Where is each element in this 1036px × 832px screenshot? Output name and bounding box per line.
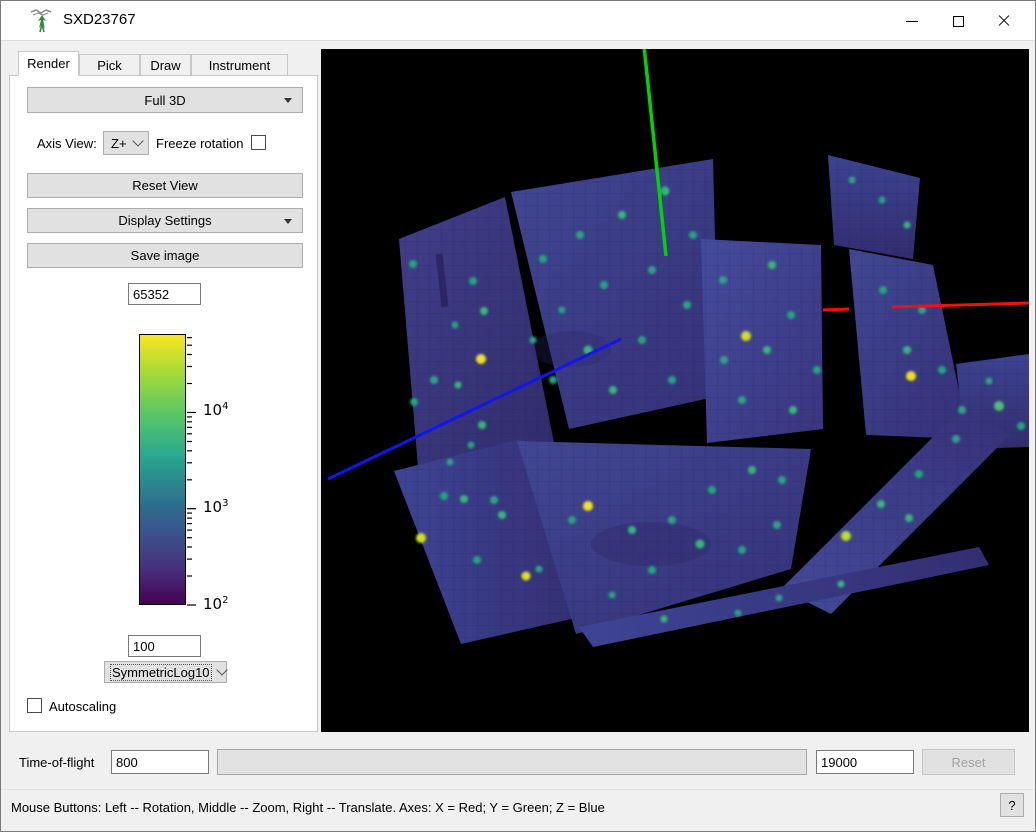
freeze-rotation-label: Freeze rotation bbox=[156, 136, 244, 151]
window-title: SXD23767 bbox=[63, 11, 136, 28]
detector-panels-scene bbox=[327, 45, 1030, 647]
minimize-button[interactable] bbox=[889, 1, 935, 41]
colorbar-tick-label: 102 bbox=[203, 595, 229, 613]
app-window: SXD23767 Render Pick Draw Instrument Ful… bbox=[0, 0, 1036, 832]
tof-min-input[interactable] bbox=[111, 750, 209, 774]
dropdown-arrow-icon bbox=[284, 98, 292, 103]
autoscaling-label: Autoscaling bbox=[49, 699, 117, 714]
colorbar-ticks bbox=[187, 336, 196, 606]
axis-view-label: Axis View: bbox=[37, 136, 97, 151]
mantid-logo-icon bbox=[30, 9, 52, 33]
colorbar-tick-label: 104 bbox=[203, 401, 229, 419]
tab-instrument[interactable]: Instrument bbox=[191, 54, 288, 76]
tab-render[interactable]: Render bbox=[18, 51, 79, 76]
scale-max-input[interactable] bbox=[128, 283, 201, 305]
reset-view-button[interactable]: Reset View bbox=[27, 173, 303, 198]
colorbar: 104 103 102 bbox=[139, 334, 254, 613]
maximize-icon bbox=[952, 15, 964, 27]
instrument-3d-view[interactable] bbox=[321, 45, 1030, 732]
status-bar: Mouse Buttons: Left -- Rotation, Middle … bbox=[1, 789, 1035, 831]
tof-max-input[interactable] bbox=[816, 750, 914, 774]
save-image-button[interactable]: Save image bbox=[27, 243, 303, 268]
minimize-icon bbox=[906, 20, 918, 22]
colorbar-tick-label: 103 bbox=[203, 498, 229, 516]
maximize-button[interactable] bbox=[935, 1, 981, 41]
autoscaling-checkbox[interactable] bbox=[27, 698, 42, 713]
x-axis-red bbox=[822, 307, 850, 312]
projection-dropdown[interactable]: Full 3D bbox=[27, 87, 303, 113]
display-settings-dropdown[interactable]: Display Settings bbox=[27, 208, 303, 233]
scale-min-input[interactable] bbox=[128, 635, 201, 657]
colorbar-gradient bbox=[139, 334, 186, 605]
titlebar: SXD23767 bbox=[1, 1, 1035, 41]
dropdown-arrow-icon bbox=[284, 219, 292, 224]
axis-view-select[interactable]: Z+ bbox=[103, 131, 149, 155]
tof-range-slider[interactable] bbox=[217, 749, 807, 775]
tof-label: Time-of-flight bbox=[19, 755, 95, 770]
tab-draw[interactable]: Draw bbox=[140, 54, 191, 76]
tab-pick[interactable]: Pick bbox=[79, 54, 140, 76]
render-controls-panel: Render Pick Draw Instrument Full 3D Axis… bbox=[9, 51, 318, 732]
chevron-down-icon bbox=[215, 664, 228, 676]
close-button[interactable] bbox=[981, 1, 1027, 41]
tof-reset-button[interactable]: Reset bbox=[922, 749, 1015, 775]
help-button[interactable]: ? bbox=[1000, 793, 1024, 817]
chevron-down-icon bbox=[131, 135, 144, 147]
status-message: Mouse Buttons: Left -- Rotation, Middle … bbox=[11, 800, 605, 815]
close-icon bbox=[997, 14, 1011, 28]
scale-type-select[interactable]: SymmetricLog10 bbox=[104, 661, 228, 683]
freeze-rotation-checkbox[interactable] bbox=[251, 135, 266, 150]
